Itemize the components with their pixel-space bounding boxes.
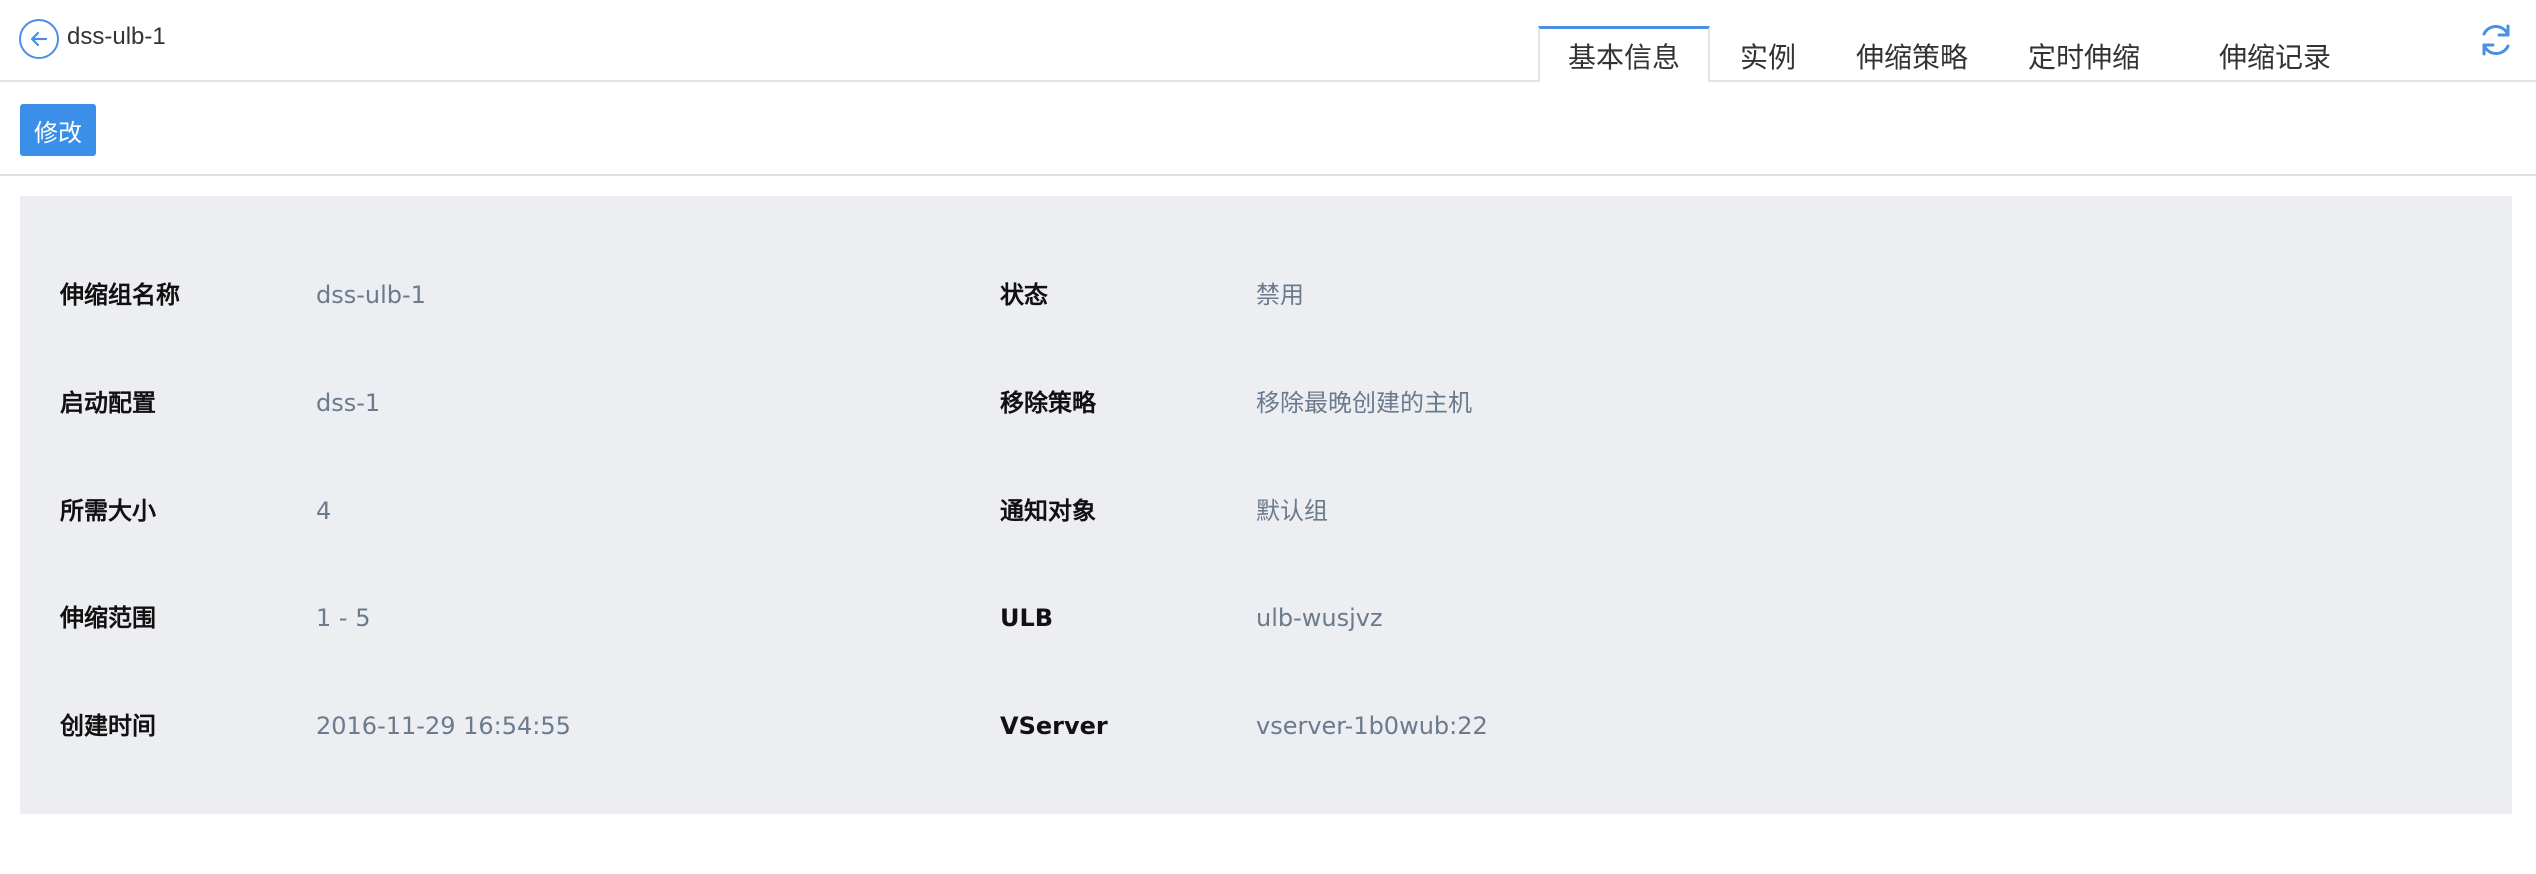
detail-row: 所需大小 4 通知对象 默认组 [20, 491, 2512, 531]
value-group-name: dss-ulb-1 [316, 281, 426, 309]
value-notification-target: 默认组 [1256, 497, 1328, 525]
detail-row: 启动配置 dss-1 移除策略 移除最晚创建的主机 [20, 383, 2512, 423]
header-bar: dss-ulb-1 基本信息 实例 伸缩策略 定时伸缩 伸缩记录 [0, 0, 2536, 86]
tab-instances[interactable]: 实例 [1710, 26, 1826, 84]
label-created-time: 创建时间 [60, 712, 156, 740]
page-title: dss-ulb-1 [67, 23, 166, 50]
value-desired-size: 4 [316, 497, 332, 525]
tab-scheduled-scaling[interactable]: 定时伸缩 [1998, 26, 2170, 84]
tab-bar: 基本信息 实例 伸缩策略 定时伸缩 伸缩记录 [1538, 26, 2380, 86]
label-desired-size: 所需大小 [60, 497, 156, 525]
detail-row: 伸缩组名称 dss-ulb-1 状态 禁用 [20, 275, 2512, 315]
toolbar: 修改 [0, 82, 2536, 176]
detail-row: 伸缩范围 1 - 5 ULB ulb-wusjvz [20, 598, 2512, 638]
label-notification-target: 通知对象 [1000, 497, 1096, 525]
tab-basic-info[interactable]: 基本信息 [1538, 26, 1710, 86]
value-scaling-range: 1 - 5 [316, 604, 371, 632]
tab-scaling-records[interactable]: 伸缩记录 [2170, 26, 2380, 84]
label-scaling-range: 伸缩范围 [60, 604, 156, 632]
label-group-name: 伸缩组名称 [60, 281, 180, 309]
value-vserver: vserver-1b0wub:22 [1256, 712, 1488, 740]
back-arrow-icon[interactable] [19, 19, 59, 59]
back-arrow-glyph [30, 31, 48, 47]
label-removal-policy: 移除策略 [1000, 389, 1096, 417]
value-removal-policy: 移除最晚创建的主机 [1256, 389, 1472, 417]
refresh-icon[interactable] [2476, 20, 2516, 60]
value-launch-config: dss-1 [316, 389, 381, 417]
tab-scaling-policy[interactable]: 伸缩策略 [1826, 26, 1998, 84]
page: dss-ulb-1 基本信息 实例 伸缩策略 定时伸缩 伸缩记录 修改 伸缩组名… [0, 0, 2536, 874]
label-ulb: ULB [1000, 604, 1054, 632]
value-created-time: 2016-11-29 16:54:55 [316, 712, 571, 740]
value-ulb: ulb-wusjvz [1256, 604, 1383, 632]
edit-button[interactable]: 修改 [20, 104, 96, 156]
refresh-glyph [2482, 24, 2510, 56]
label-launch-config: 启动配置 [60, 389, 156, 417]
label-vserver: VServer [1000, 712, 1108, 740]
detail-panel: 伸缩组名称 dss-ulb-1 状态 禁用 启动配置 dss-1 移除策略 移除… [20, 196, 2512, 814]
detail-row: 创建时间 2016-11-29 16:54:55 VServer vserver… [20, 706, 2512, 746]
value-status: 禁用 [1256, 281, 1304, 309]
label-status: 状态 [1000, 281, 1048, 309]
